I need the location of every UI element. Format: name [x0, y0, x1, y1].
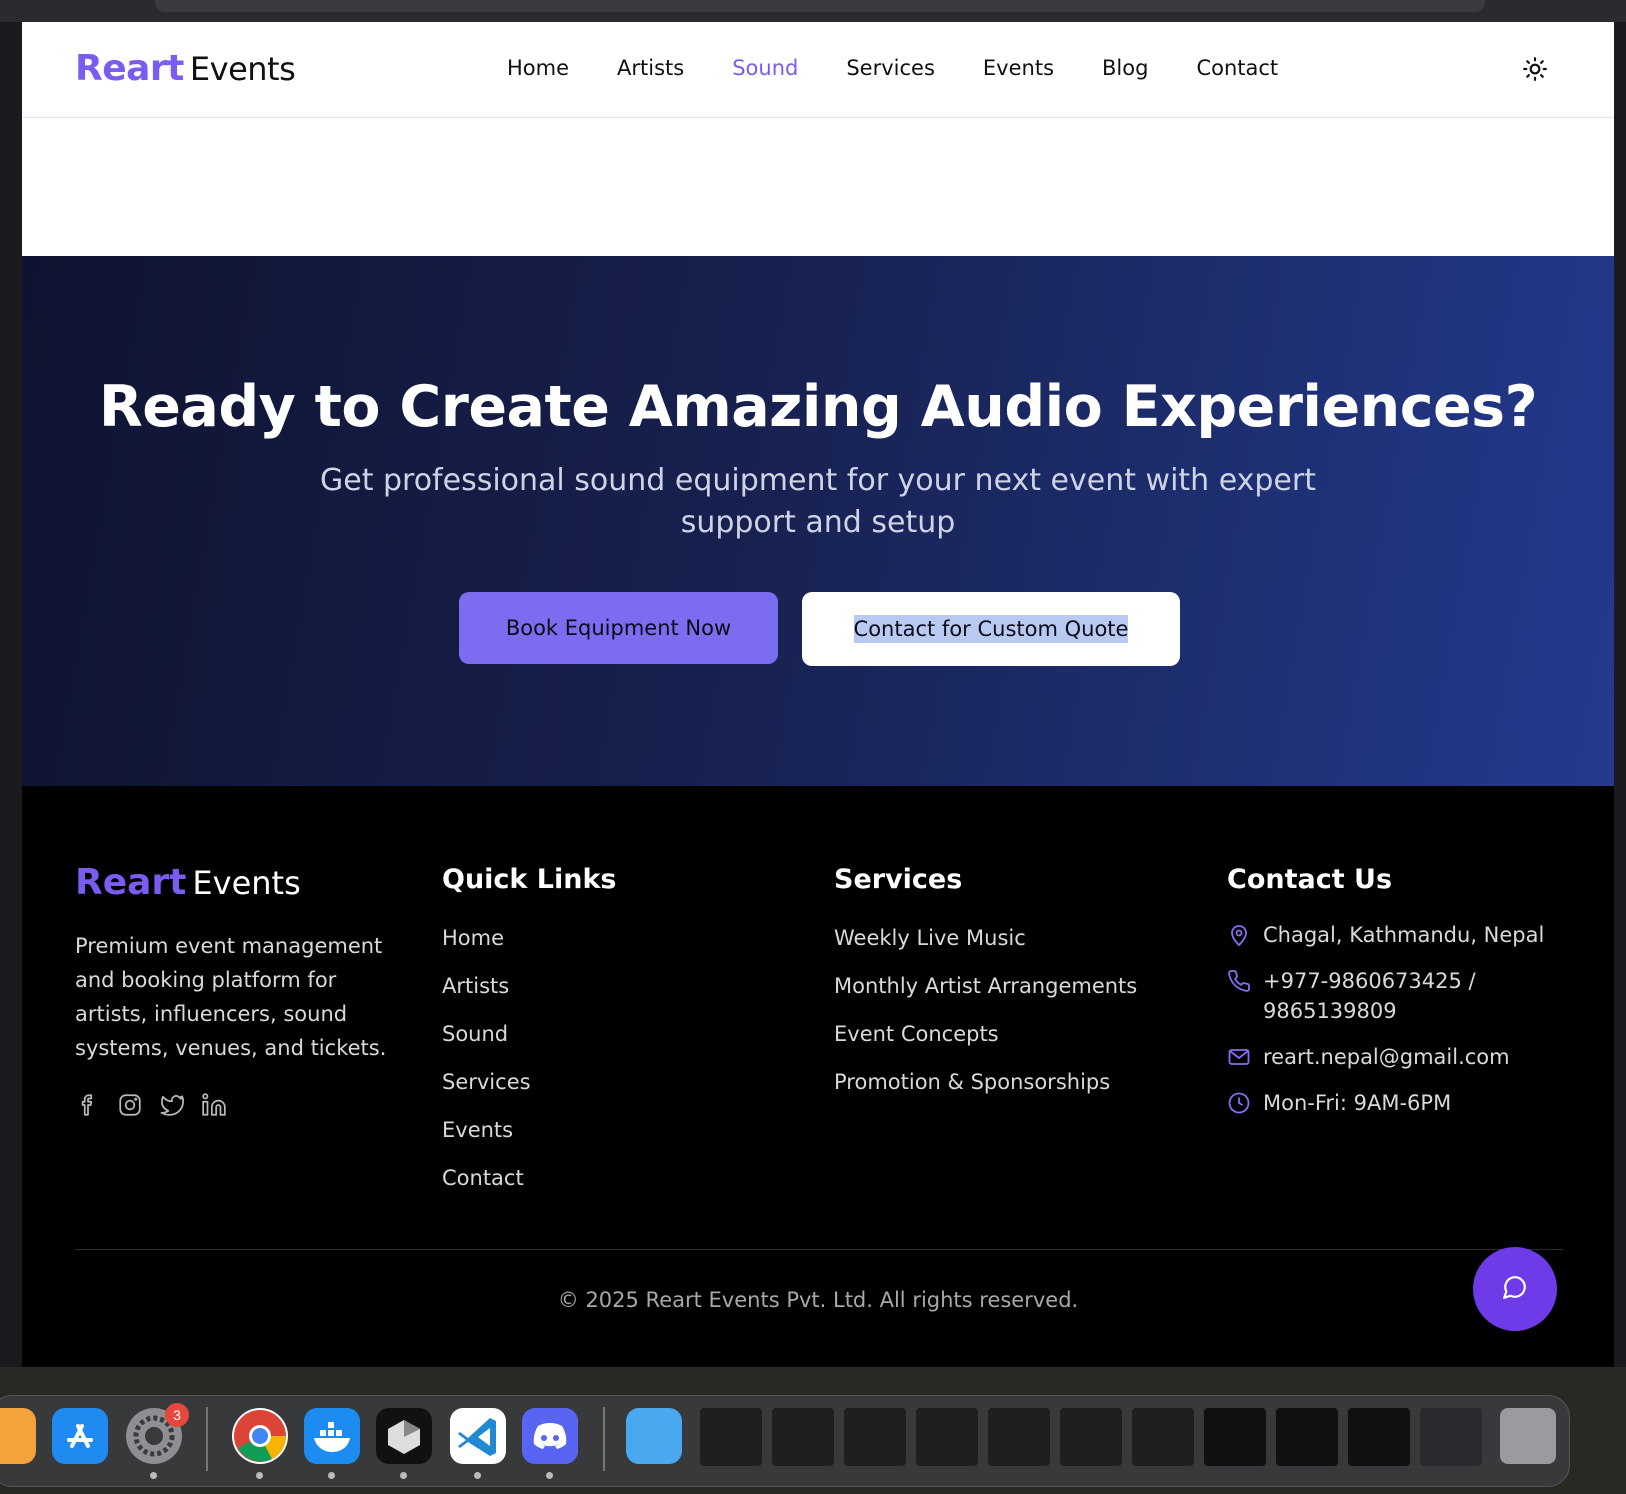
footer-about: Premium event management and booking pla…	[75, 934, 387, 1060]
cta-section: Ready to Create Amazing Audio Experience…	[22, 256, 1614, 786]
phone-text: +977-9860673425 / 9865139809	[1263, 966, 1476, 1026]
window-thumbnail[interactable]	[1204, 1408, 1266, 1466]
nav-sound[interactable]: Sound	[732, 56, 798, 80]
window-thumbnail[interactable]	[700, 1408, 762, 1466]
browser-toolbar	[0, 0, 1626, 22]
linkedin-icon[interactable]	[201, 1092, 227, 1118]
cta-subtitle: Get professional sound equipment for you…	[319, 463, 1316, 540]
settings-badge: 3	[165, 1403, 189, 1427]
sun-icon[interactable]	[1522, 56, 1548, 82]
nav-artists[interactable]: Artists	[617, 56, 684, 80]
social-links	[75, 1092, 227, 1118]
app-store-icon[interactable]	[52, 1408, 108, 1464]
nav-home[interactable]: Home	[507, 56, 569, 80]
phone-line-1: +977-9860673425 /	[1263, 969, 1476, 993]
vscode-icon[interactable]	[450, 1408, 506, 1464]
window-thumbnail[interactable]	[772, 1408, 834, 1466]
quick-links-heading: Quick Links	[442, 864, 617, 895]
window-thumbnail[interactable]	[1420, 1408, 1482, 1466]
discord-icon[interactable]	[522, 1408, 578, 1464]
footer-link-artists[interactable]: Artists	[442, 974, 531, 1022]
window-thumbnail[interactable]	[1060, 1408, 1122, 1466]
contact-email: reart.nepal@gmail.com	[1227, 1042, 1510, 1072]
nav-blog[interactable]: Blog	[1102, 56, 1148, 80]
contact-phone: +977-9860673425 / 9865139809	[1227, 966, 1476, 1026]
site-navbar: Reart Events Home Artists Sound Services …	[22, 22, 1614, 118]
quick-links-list: Home Artists Sound Services Events Conta…	[442, 926, 531, 1214]
pages-app-icon[interactable]	[0, 1408, 36, 1464]
mail-icon	[1227, 1045, 1251, 1069]
location-pin-icon	[1227, 923, 1251, 947]
footer-logo-brand: Reart	[75, 862, 187, 903]
twitter-icon[interactable]	[159, 1092, 185, 1118]
dock-running-dot	[328, 1472, 335, 1479]
window-thumbnail[interactable]	[1348, 1408, 1410, 1466]
nav-services[interactable]: Services	[846, 56, 935, 80]
browser-window: Reart Events Home Artists Sound Services …	[22, 22, 1614, 1367]
cursor-app-icon[interactable]	[376, 1408, 432, 1464]
facebook-icon[interactable]	[75, 1092, 101, 1118]
window-thumbnail[interactable]	[1132, 1408, 1194, 1466]
chrome-icon[interactable]	[232, 1408, 288, 1464]
window-thumbnail[interactable]	[1276, 1408, 1338, 1466]
copyright-text: © 2025 Reart Events Pvt. Ltd. All rights…	[557, 1288, 1079, 1312]
contact-heading: Contact Us	[1227, 864, 1393, 895]
dock-running-dot	[400, 1472, 407, 1479]
dock-running-dot	[150, 1472, 157, 1479]
dock-running-dot	[256, 1472, 263, 1479]
contact-hours: Mon-Fri: 9AM-6PM	[1227, 1088, 1451, 1118]
window-thumbnail[interactable]	[844, 1408, 906, 1466]
custom-quote-button[interactable]: Contact for Custom Quote	[802, 592, 1180, 666]
content-area	[22, 118, 1614, 256]
chat-button[interactable]	[1473, 1247, 1557, 1331]
footer-link-sound[interactable]: Sound	[442, 1022, 531, 1070]
nav-contact[interactable]: Contact	[1196, 56, 1278, 80]
footer-link-services[interactable]: Services	[442, 1070, 531, 1118]
window-thumbnail[interactable]	[988, 1408, 1050, 1466]
site-footer: Reart Events Premium event management and…	[22, 786, 1614, 1367]
footer-logo[interactable]: Reart Events	[75, 862, 301, 903]
dock-separator	[603, 1407, 605, 1471]
service-promotion[interactable]: Promotion & Sponsorships	[834, 1070, 1137, 1118]
footer-logo-suffix: Events	[192, 864, 301, 902]
clock-icon	[1227, 1091, 1251, 1115]
hours-text: Mon-Fri: 9AM-6PM	[1263, 1091, 1452, 1115]
chat-bubble-icon	[1502, 1274, 1528, 1305]
address-text: Chagal, Kathmandu, Nepal	[1263, 923, 1545, 947]
services-list: Weekly Live Music Monthly Artist Arrange…	[834, 926, 1137, 1118]
logo-suffix: Events	[189, 50, 296, 88]
site-logo[interactable]: Reart Events	[75, 48, 296, 89]
dock-running-dot	[474, 1472, 481, 1479]
contact-address: Chagal, Kathmandu, Nepal	[1227, 920, 1544, 950]
dock-separator	[206, 1407, 208, 1471]
custom-quote-label: Contact for Custom Quote	[853, 615, 1129, 643]
nav-events[interactable]: Events	[983, 56, 1054, 80]
email-text[interactable]: reart.nepal@gmail.com	[1263, 1042, 1510, 1072]
footer-divider	[75, 1249, 1563, 1250]
trash-icon[interactable]	[1500, 1408, 1556, 1464]
service-event-concepts[interactable]: Event Concepts	[834, 1022, 1137, 1070]
footer-link-home[interactable]: Home	[442, 926, 531, 974]
address-bar[interactable]	[155, 0, 1485, 12]
window-thumbnail[interactable]	[916, 1408, 978, 1466]
service-monthly-artist[interactable]: Monthly Artist Arrangements	[834, 974, 1137, 1022]
phone-icon	[1227, 969, 1251, 993]
cta-title: Ready to Create Amazing Audio Experience…	[98, 374, 1538, 440]
book-equipment-button[interactable]: Book Equipment Now	[459, 592, 778, 664]
service-weekly-live-music[interactable]: Weekly Live Music	[834, 926, 1137, 974]
folder-icon[interactable]	[626, 1408, 682, 1464]
services-heading: Services	[834, 864, 963, 895]
logo-brand: Reart	[75, 48, 184, 89]
dock-running-dot	[546, 1472, 553, 1479]
footer-link-events[interactable]: Events	[442, 1118, 531, 1166]
nav-menu: Home Artists Sound Services Events Blog …	[507, 56, 1326, 80]
instagram-icon[interactable]	[117, 1092, 143, 1118]
phone-line-2: 9865139809	[1263, 999, 1397, 1023]
docker-icon[interactable]	[304, 1408, 360, 1464]
footer-link-contact[interactable]: Contact	[442, 1166, 531, 1214]
